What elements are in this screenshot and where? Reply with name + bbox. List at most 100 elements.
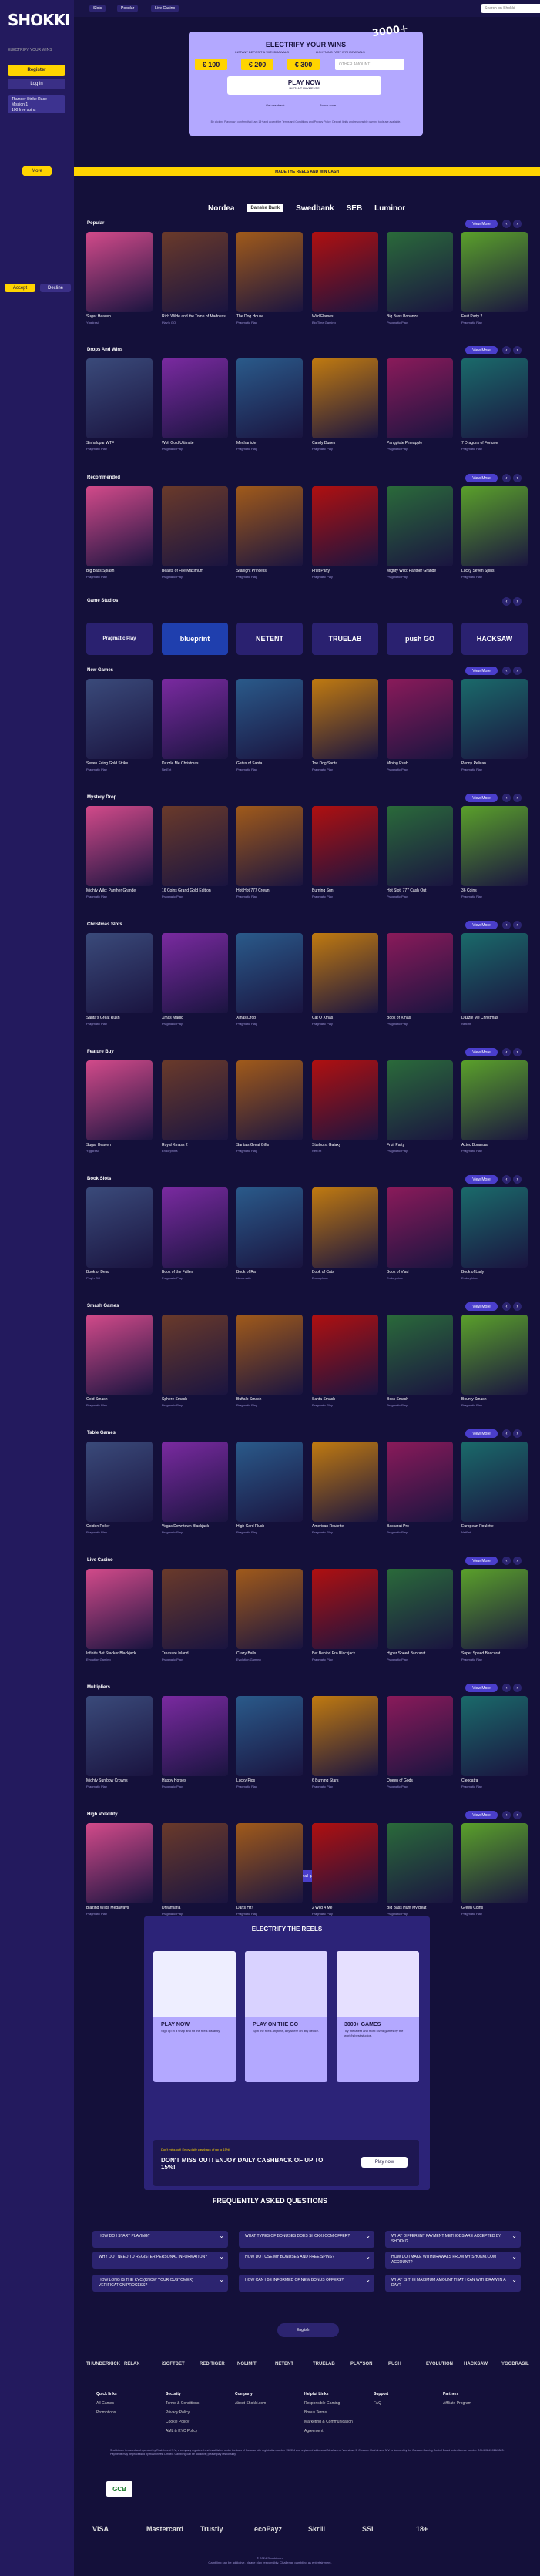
game-name[interactable]: Lucky Seven Spins — [461, 569, 528, 573]
game-name[interactable]: Dazzle Me Christmas — [461, 1016, 528, 1020]
game-tile[interactable] — [461, 1060, 528, 1140]
studio-tile[interactable]: HACKSAW — [461, 623, 528, 655]
game-tile[interactable] — [236, 1060, 303, 1140]
game-name[interactable]: Buffalo Smash — [236, 1397, 303, 1402]
studio-tile[interactable]: blueprint — [162, 623, 228, 655]
game-tile[interactable] — [162, 1823, 228, 1903]
game-tile[interactable] — [236, 679, 303, 759]
next-arrow-icon[interactable]: › — [513, 794, 522, 802]
studio-tile[interactable]: NETENT — [236, 623, 303, 655]
nav-popular[interactable]: Popular — [117, 5, 139, 12]
game-name[interactable]: European Roulette — [461, 1524, 528, 1529]
game-name[interactable]: Mechanicle — [236, 441, 303, 445]
game-tile[interactable] — [236, 1315, 303, 1395]
footer-link[interactable]: Cookie Policy — [166, 2417, 199, 2427]
consent-accept-button[interactable]: Accept — [5, 284, 35, 292]
game-tile[interactable] — [236, 1696, 303, 1776]
game-name[interactable]: Mighty Sunlbow Crowns — [86, 1778, 153, 1783]
faq-item[interactable]: HOW DO I MAKE WITHDRAWALS FROM MY SHOKKI… — [385, 2252, 521, 2269]
footer-link[interactable]: Promotions — [96, 2408, 117, 2417]
view-all-button[interactable]: View More — [465, 1811, 498, 1819]
game-name[interactable]: Green Coins — [461, 1906, 528, 1910]
game-tile[interactable] — [387, 933, 453, 1013]
game-tile[interactable] — [236, 232, 303, 312]
next-arrow-icon[interactable]: › — [513, 1302, 522, 1311]
search-input[interactable]: Search on Shokki — [481, 4, 540, 13]
game-tile[interactable] — [461, 1823, 528, 1903]
game-name[interactable]: Big Bass Hunt My Beat — [387, 1906, 453, 1910]
footer-link[interactable]: Terms & Conditions — [166, 2399, 199, 2408]
game-name[interactable]: Golden Poker — [86, 1524, 153, 1529]
game-name[interactable]: Wild Flames — [312, 314, 378, 319]
view-all-button[interactable]: View More — [465, 794, 498, 802]
next-arrow-icon[interactable]: › — [513, 1048, 522, 1056]
footer-link[interactable]: Bonus Terms — [304, 2408, 353, 2417]
game-tile[interactable] — [162, 1569, 228, 1649]
game-tile[interactable] — [86, 1696, 153, 1776]
game-name[interactable]: Fruit Party — [387, 1143, 453, 1147]
faq-item[interactable]: HOW DO I START PLAYING? — [92, 2231, 228, 2248]
game-name[interactable]: 6 Burning Stars — [312, 1778, 378, 1783]
game-tile[interactable] — [86, 679, 153, 759]
game-tile[interactable] — [312, 679, 378, 759]
studio-tile[interactable]: TRUELAB — [312, 623, 378, 655]
game-name[interactable]: High Card Flush — [236, 1524, 303, 1529]
game-tile[interactable] — [86, 933, 153, 1013]
game-name[interactable]: Santa's Great Gifts — [236, 1143, 303, 1147]
game-tile[interactable] — [312, 1569, 378, 1649]
game-name[interactable]: Book of Ra — [236, 1270, 303, 1275]
game-tile[interactable] — [387, 232, 453, 312]
game-name[interactable]: Starlight Princess — [236, 569, 303, 573]
game-tile[interactable] — [312, 1187, 378, 1268]
game-name[interactable]: Hot Hot 777 Crown — [236, 888, 303, 893]
game-tile[interactable] — [162, 232, 228, 312]
nav-slots[interactable]: Slots — [89, 5, 106, 12]
license-seal[interactable]: GCB — [106, 2481, 132, 2497]
game-name[interactable]: Aztec Bonanza — [461, 1143, 528, 1147]
register-button[interactable]: Register — [8, 65, 65, 76]
login-button[interactable]: Log in — [8, 79, 65, 89]
game-name[interactable]: Toe Dog Santa — [312, 761, 378, 766]
prev-arrow-icon[interactable]: ‹ — [502, 667, 511, 675]
game-tile[interactable] — [312, 232, 378, 312]
game-tile[interactable] — [461, 1442, 528, 1522]
footer-link[interactable]: Privacy Policy — [166, 2408, 199, 2417]
next-arrow-icon[interactable]: › — [513, 1811, 522, 1819]
game-name[interactable]: Sinhalopar WTF — [86, 441, 153, 445]
game-name[interactable]: Book of Lady — [461, 1270, 528, 1275]
game-tile[interactable] — [461, 1569, 528, 1649]
game-tile[interactable] — [312, 1060, 378, 1140]
footer-link[interactable]: FAQ — [374, 2399, 388, 2408]
game-name[interactable]: Mighty Wild: Panther Grande — [86, 888, 153, 893]
next-arrow-icon[interactable]: › — [513, 1557, 522, 1565]
game-tile[interactable] — [162, 358, 228, 438]
game-name[interactable]: Blazing Wilds Megaways — [86, 1906, 153, 1910]
faq-item[interactable]: HOW CAN I BE INFORMED OF NEW BONUS OFFER… — [239, 2275, 374, 2292]
game-name[interactable]: Cleocatra — [461, 1778, 528, 1783]
game-name[interactable]: Crazy Balls — [236, 1651, 303, 1656]
studio-tile[interactable]: Pragmatic Play — [86, 623, 153, 655]
game-tile[interactable] — [312, 806, 378, 886]
game-tile[interactable] — [312, 486, 378, 566]
game-tile[interactable] — [86, 358, 153, 438]
game-tile[interactable] — [162, 1442, 228, 1522]
game-tile[interactable] — [312, 1696, 378, 1776]
game-name[interactable]: Sugar Heaven — [86, 1143, 153, 1147]
play-now-button[interactable]: PLAY NOW INSTANT PAYMENTS — [227, 76, 381, 95]
game-tile[interactable] — [86, 806, 153, 886]
game-tile[interactable] — [461, 679, 528, 759]
game-tile[interactable] — [387, 1187, 453, 1268]
view-all-button[interactable]: View More — [465, 346, 498, 354]
game-tile[interactable] — [236, 806, 303, 886]
game-name[interactable]: Sugar Heaven — [86, 314, 153, 319]
game-name[interactable]: Book of Xmas — [387, 1016, 453, 1020]
game-name[interactable]: Cat O Xmas — [312, 1016, 378, 1020]
game-tile[interactable] — [162, 1315, 228, 1395]
prev-arrow-icon[interactable]: ‹ — [502, 1557, 511, 1565]
game-name[interactable]: Fruit Party — [312, 569, 378, 573]
amount-100[interactable]: € 100 — [195, 59, 227, 70]
language-select[interactable]: English — [277, 2323, 339, 2337]
next-arrow-icon[interactable]: › — [513, 1429, 522, 1438]
game-name[interactable]: The Dog House — [236, 314, 303, 319]
game-name[interactable]: Infinite Bet Stacker Blackjack — [86, 1651, 153, 1656]
